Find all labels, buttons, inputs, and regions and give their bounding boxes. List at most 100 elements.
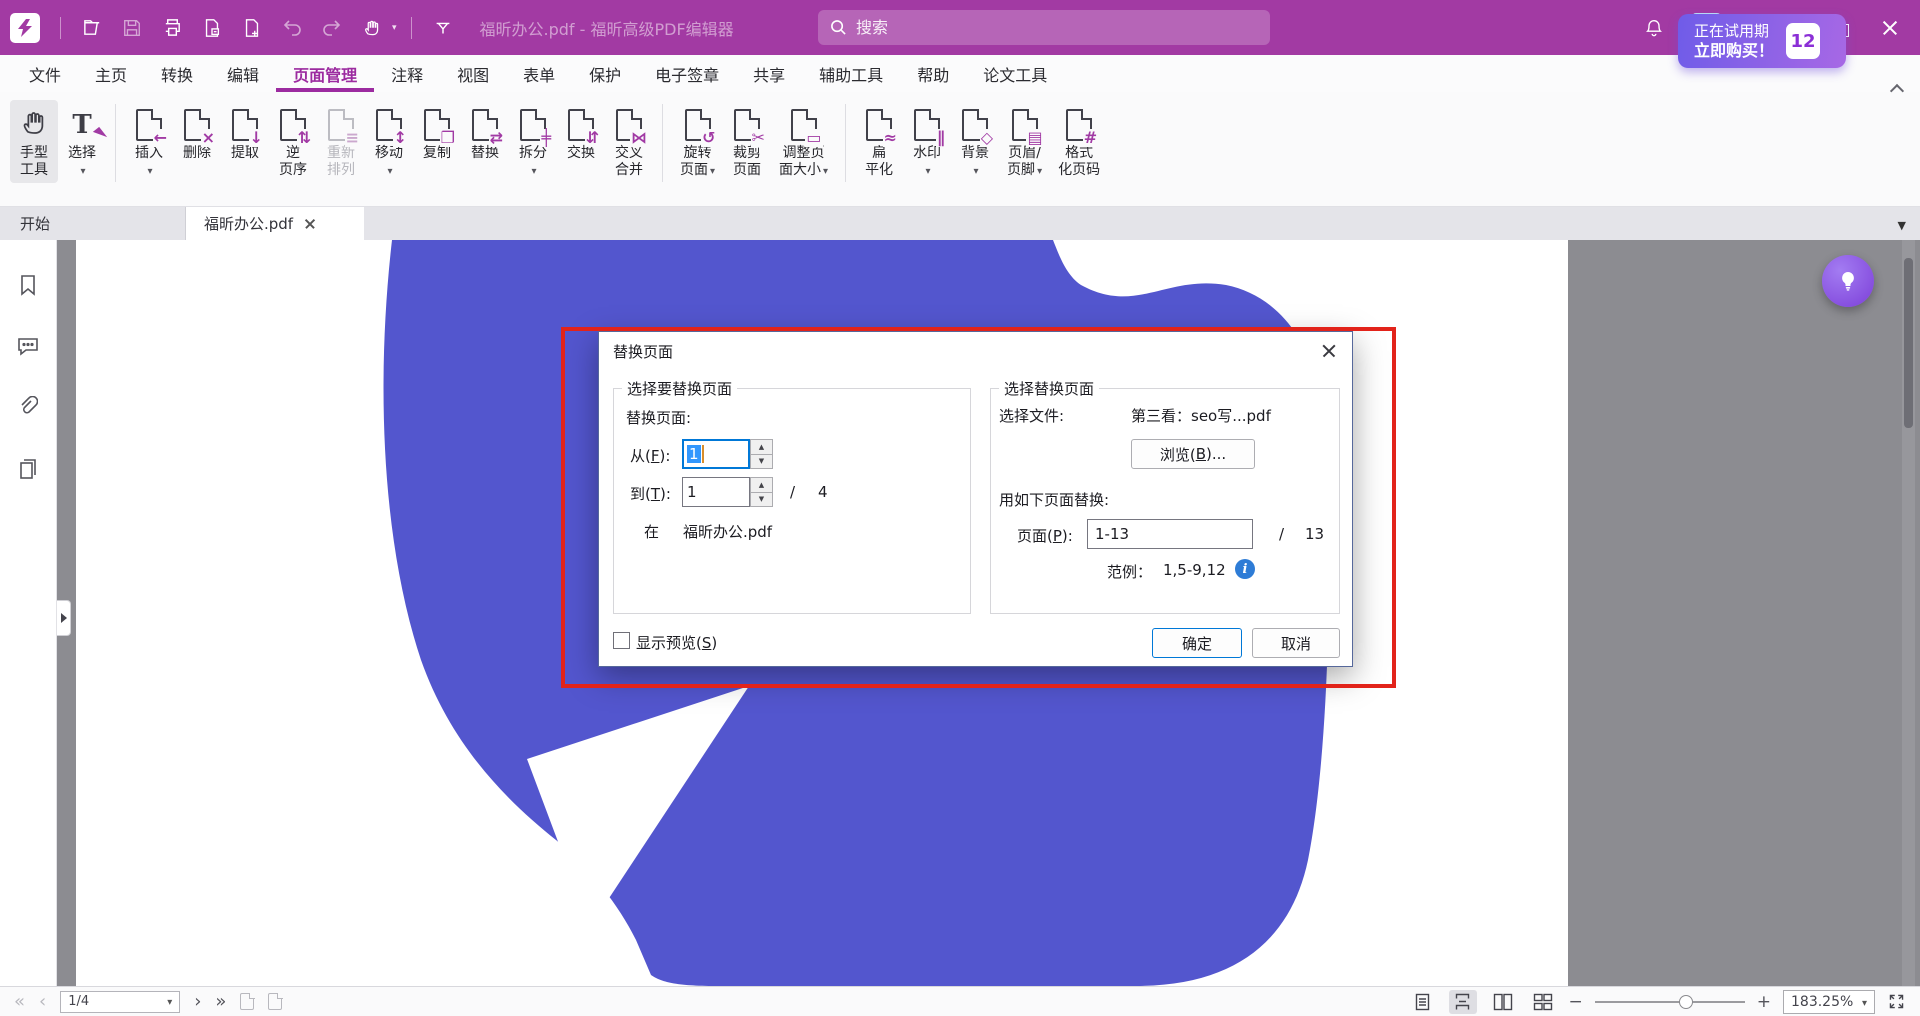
pages-range-input[interactable]: 1-13 <box>1087 519 1253 549</box>
bookmark-icon[interactable] <box>18 274 38 296</box>
filter-icon[interactable] <box>426 11 460 45</box>
menu-comment[interactable]: 注释 <box>374 55 440 92</box>
replace-pages-button[interactable]: ⇄ 替换 <box>461 100 509 166</box>
total-pages: 13 <box>1305 525 1324 543</box>
page-thumbnails-icon[interactable] <box>18 458 38 480</box>
menu-esign[interactable]: 电子签章 <box>638 55 736 92</box>
page-icon: ↺ <box>685 109 711 141</box>
flatten-button[interactable]: ≈ 扁平化 <box>855 100 903 183</box>
menu-convert[interactable]: 转换 <box>144 55 210 92</box>
resize-pages-button[interactable]: ▭ 调整页面大小 <box>771 100 836 184</box>
tab-start[interactable]: 开始 <box>0 207 186 240</box>
zoom-level-combo[interactable]: 183.25% <box>1783 990 1875 1014</box>
close-window-button[interactable] <box>1870 10 1910 46</box>
delete-page-icon[interactable] <box>195 11 229 45</box>
zoom-in-button[interactable]: + <box>1757 992 1771 1012</box>
menu-protect[interactable]: 保护 <box>572 55 638 92</box>
spin-down-button[interactable] <box>750 455 773 470</box>
duplicate-pages-button[interactable]: ❐ 复制 <box>413 100 461 166</box>
menu-share[interactable]: 共享 <box>736 55 802 92</box>
search-box[interactable] <box>818 10 1270 45</box>
menu-view[interactable]: 视图 <box>440 55 506 92</box>
slider-knob[interactable] <box>1679 995 1693 1009</box>
notifications-bell-icon[interactable] <box>1637 11 1671 45</box>
watermark-button[interactable]: ∥ 水印 <box>903 100 951 184</box>
reverse-order-button[interactable]: ⇅ 逆页序 <box>269 100 317 183</box>
from-page-stepper[interactable]: 1 <box>682 439 773 469</box>
trial-purchase-banner[interactable]: 正在试用期立即购买！ 12 <box>1678 14 1846 68</box>
menu-file[interactable]: 文件 <box>12 55 78 92</box>
group-legend: 选择要替换页面 <box>622 378 737 399</box>
attachment-icon[interactable] <box>18 396 38 418</box>
browse-button[interactable]: 浏览(B)... <box>1131 439 1255 469</box>
add-page-icon[interactable] <box>235 11 269 45</box>
collapse-ribbon-icon[interactable] <box>1890 84 1904 93</box>
facing-continuous-view-button[interactable] <box>1529 990 1557 1014</box>
menu-edit[interactable]: 编辑 <box>210 55 276 92</box>
menu-paper-tools[interactable]: 论文工具 <box>966 55 1064 92</box>
first-page-button[interactable]: « <box>14 993 25 1011</box>
save-icon[interactable] <box>115 11 149 45</box>
scrollbar-thumb[interactable] <box>1904 258 1913 428</box>
next-page-button[interactable]: › <box>194 993 201 1011</box>
close-dialog-icon[interactable] <box>1320 342 1338 360</box>
assistant-lightbulb-button[interactable] <box>1822 255 1874 307</box>
facing-view-button[interactable] <box>1489 990 1517 1014</box>
page-icon: ≡ <box>328 109 354 141</box>
close-tab-icon[interactable] <box>303 217 317 231</box>
rotate-pages-button[interactable]: ↺ 旋转页面 <box>672 100 723 184</box>
info-icon[interactable]: i <box>1235 559 1255 579</box>
print-icon[interactable] <box>155 11 189 45</box>
to-page-stepper[interactable]: 1 <box>682 477 773 507</box>
tab-document-active[interactable]: 福昕办公.pdf <box>186 207 364 240</box>
redo-icon[interactable] <box>315 11 349 45</box>
header-footer-button[interactable]: ▤ 页眉/页脚 <box>999 100 1050 184</box>
spin-up-button[interactable] <box>750 439 773 455</box>
next-view-icon[interactable] <box>268 993 282 1010</box>
single-page-view-button[interactable] <box>1409 990 1437 1014</box>
ok-button[interactable]: 确定 <box>1152 628 1242 658</box>
last-page-button[interactable]: » <box>215 993 226 1011</box>
search-input[interactable] <box>856 18 1258 37</box>
previous-view-icon[interactable] <box>240 993 254 1010</box>
hand-tool-quick-icon[interactable] <box>355 11 389 45</box>
delete-pages-button[interactable]: × 删除 <box>173 100 221 166</box>
comment-icon[interactable] <box>17 336 39 356</box>
zoom-slider[interactable] <box>1595 995 1745 1009</box>
swap-pages-button[interactable]: ⇵ 交换 <box>557 100 605 166</box>
tab-list-chevron-icon[interactable]: ▼ <box>1898 219 1906 232</box>
fullscreen-icon[interactable] <box>1887 992 1906 1011</box>
hand-tool-button[interactable]: 手型工具 <box>10 100 58 183</box>
extract-pages-button[interactable]: ↓ 提取 <box>221 100 269 166</box>
continuous-view-button[interactable] <box>1449 990 1477 1014</box>
spin-up-button[interactable] <box>750 477 773 493</box>
split-document-button[interactable]: ╪ 拆分 <box>509 100 557 184</box>
move-pages-button[interactable]: ↕ 移动 <box>365 100 413 184</box>
menu-form[interactable]: 表单 <box>506 55 572 92</box>
page-indicator: 1/4 <box>68 994 161 1009</box>
undo-icon[interactable] <box>275 11 309 45</box>
menu-page-management[interactable]: 页面管理 <box>276 55 374 92</box>
from-page-input[interactable]: 1 <box>682 439 750 469</box>
show-preview-checkbox[interactable] <box>613 632 630 649</box>
insert-pages-button[interactable]: ← 插入 <box>125 100 173 184</box>
to-page-input[interactable]: 1 <box>682 477 750 507</box>
chevron-down-icon[interactable]: ▾ <box>392 23 397 33</box>
crop-pages-button[interactable]: ✂ 裁剪页面 <box>723 100 771 183</box>
menu-accessibility[interactable]: 辅助工具 <box>802 55 900 92</box>
format-page-number-button[interactable]: # 格式化页码 <box>1050 100 1108 183</box>
select-tool-button[interactable]: T 选择 <box>58 100 106 184</box>
cancel-button[interactable]: 取消 <box>1252 628 1340 658</box>
zoom-out-button[interactable]: − <box>1569 992 1583 1012</box>
menu-home[interactable]: 主页 <box>78 55 144 92</box>
background-button[interactable]: ◇ 背景 <box>951 100 999 184</box>
spin-down-button[interactable] <box>750 493 773 508</box>
chevron-down-icon <box>1035 162 1042 178</box>
menu-help[interactable]: 帮助 <box>900 55 966 92</box>
vertical-scrollbar[interactable] <box>1902 240 1915 986</box>
page-number-combo[interactable]: 1/4 <box>60 991 180 1013</box>
previous-page-button[interactable]: ‹ <box>39 993 46 1011</box>
open-file-icon[interactable] <box>75 11 109 45</box>
interleave-merge-button[interactable]: ⋈ 交叉合并 <box>605 100 653 183</box>
panel-expander[interactable] <box>57 600 71 636</box>
